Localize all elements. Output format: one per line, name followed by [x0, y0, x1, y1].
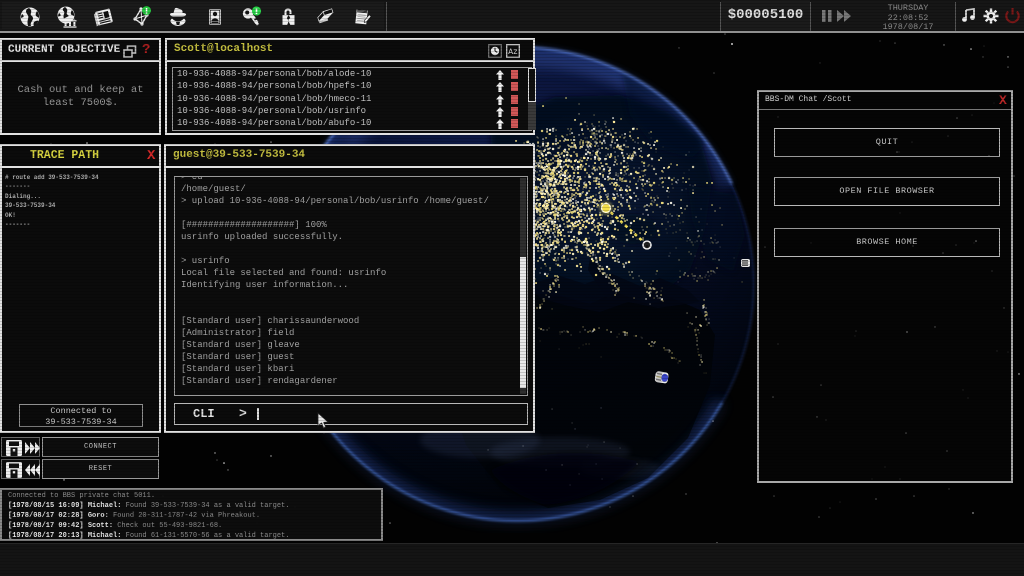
svg-text:Az: Az: [508, 48, 518, 57]
